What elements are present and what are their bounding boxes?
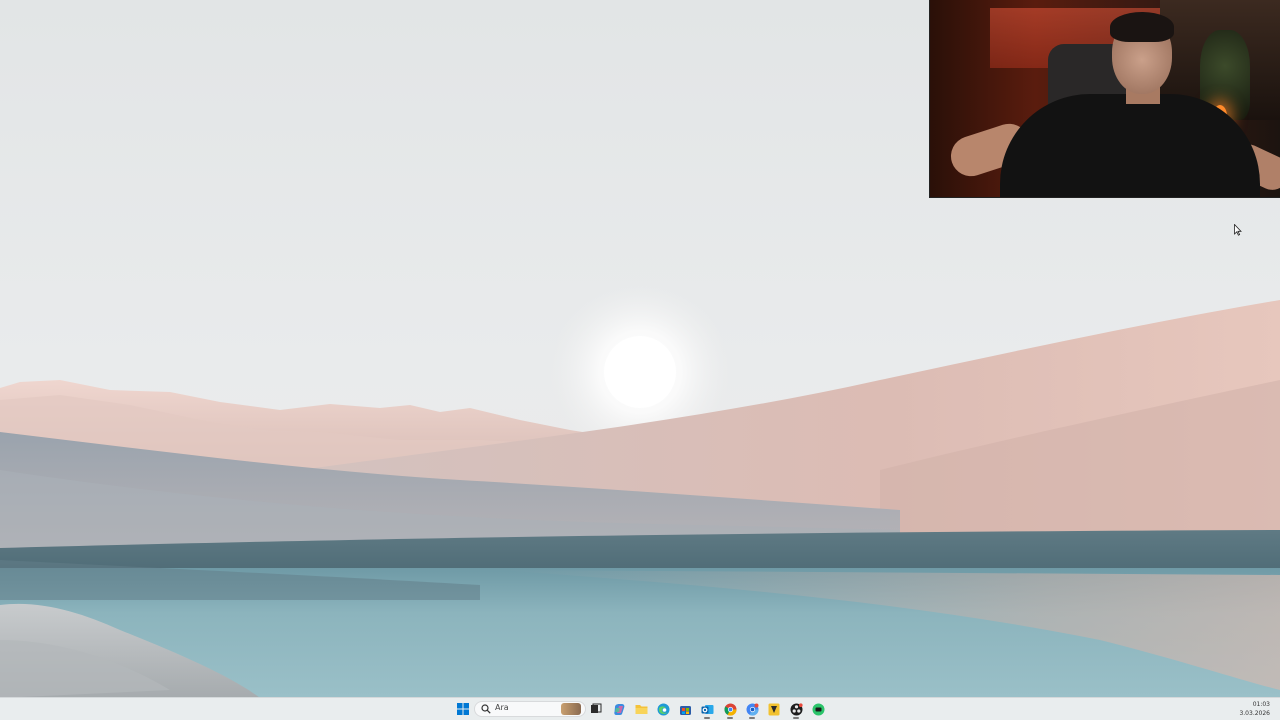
file-explorer-icon[interactable]: [633, 701, 649, 717]
active-indicator: [749, 717, 755, 719]
microsoft-store-icon[interactable]: [677, 701, 693, 717]
chrome-icon[interactable]: [722, 701, 738, 719]
active-indicator: [704, 717, 710, 719]
start-icon[interactable]: [455, 701, 471, 717]
active-indicator: [727, 717, 733, 719]
green-app-icon[interactable]: [810, 701, 826, 717]
chrome-profile-icon[interactable]: [744, 701, 760, 719]
webcam-person-body: [1000, 94, 1260, 197]
edge-icon[interactable]: [655, 701, 671, 717]
mouse-cursor-icon: [1234, 224, 1242, 236]
taskbar-clock[interactable]: 01:03 3.03.2026: [1239, 700, 1270, 718]
webcam-overlay: [929, 0, 1280, 198]
taskbar: Ara 01:03 3.03.2026: [0, 697, 1280, 720]
obs-icon[interactable]: [788, 701, 804, 719]
clock-time: 01:03: [1252, 701, 1270, 708]
app-yellow-icon[interactable]: [766, 701, 782, 717]
search-icon: [481, 704, 491, 714]
task-view-icon[interactable]: [588, 701, 604, 717]
taskbar-search-box[interactable]: Ara: [474, 701, 586, 717]
outlook-icon[interactable]: [699, 701, 715, 719]
search-placeholder: Ara: [495, 703, 509, 712]
webcam-person-hair: [1110, 12, 1174, 42]
desktop: Ara 01:03 3.03.2026: [0, 0, 1280, 720]
active-indicator: [793, 717, 799, 719]
clock-date: 3.03.2026: [1239, 710, 1270, 717]
copilot-icon[interactable]: [611, 701, 627, 717]
search-widget-icon[interactable]: [561, 703, 581, 715]
